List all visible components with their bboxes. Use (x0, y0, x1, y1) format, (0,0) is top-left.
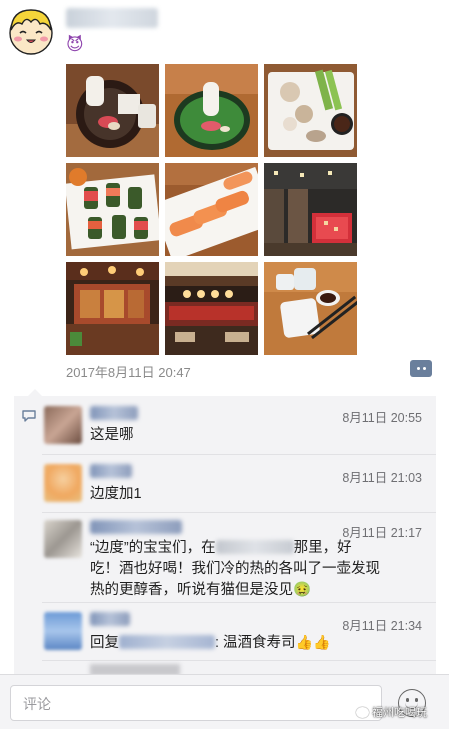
post-timestamp: 2017年8月11日 20:47 (66, 365, 191, 380)
comment-text: “边度”的宝宝们，在 那里，好 吃！酒也好喝！我们冷的热的各叫了一壶发现 热的更醇… (90, 538, 420, 601)
comment-text-part: 热的更醇香，听说有猫但是没见🤢 (90, 582, 312, 598)
comment-text-part: : 温酒食寿司 (215, 635, 296, 651)
photo-restaurant-bar[interactable] (66, 262, 159, 355)
photo-soy-sauce-dish[interactable] (264, 262, 357, 355)
commenter-avatar[interactable] (44, 406, 82, 444)
photo-restaurant-interior[interactable] (264, 163, 357, 256)
author-avatar[interactable] (6, 6, 56, 56)
commenter-name-blurred[interactable] (90, 612, 130, 626)
photo-sake-appetizer[interactable] (66, 64, 159, 157)
commenter-name-blurred[interactable] (90, 406, 138, 420)
comment-text-part: 那里，好 (293, 540, 352, 556)
comment-item[interactable]: 8月11日 21:17 “边度”的宝宝们，在 那里，好 吃！酒也好喝！我们冷的热的… (14, 512, 436, 602)
photo-sashimi-platter[interactable] (264, 64, 357, 157)
commenter-name-blurred[interactable] (90, 464, 132, 478)
place-name-blurred (215, 540, 294, 554)
reply-target-blurred[interactable] (119, 635, 215, 649)
devil-emoji: 😈 (66, 35, 84, 54)
dot-icon (422, 367, 426, 370)
comments-panel: 8月11日 20:55 这是哪 8月11日 21:03 边度加1 8月11日 2… (14, 396, 436, 674)
commenter-avatar[interactable] (44, 612, 82, 650)
comment-input[interactable]: 评论 (10, 685, 382, 721)
watermark-text: 福州吃喝玩 (372, 707, 427, 719)
comment-time: 8月11日 21:03 (342, 471, 422, 485)
comment-divider (42, 660, 436, 661)
comment-time: 8月11日 21:34 (342, 619, 422, 633)
comment-item[interactable]: 8月11日 21:34 回复 : 温酒食寿司👍👍 (14, 602, 436, 662)
photo-grid (66, 64, 358, 356)
watermark: 福州吃喝玩 (356, 704, 427, 720)
thumbs-up-icon: 👍👍 (295, 634, 331, 650)
post-header: 😈 (0, 0, 449, 60)
comment-item[interactable]: 8月11日 20:55 这是哪 (14, 396, 436, 454)
comment-text-part: 吃！酒也好喝！我们冷的热的各叫了一壶发现 (90, 561, 380, 577)
panel-notch (28, 389, 42, 396)
photo-salmon-nigiri[interactable] (165, 163, 258, 256)
wechat-icon (356, 706, 369, 718)
next-comment-peek (90, 664, 180, 674)
commenter-avatar[interactable] (44, 464, 82, 502)
cartoon-avatar-icon (9, 9, 53, 55)
comment-text: 这是哪 (90, 427, 134, 443)
comment-item[interactable]: 8月11日 21:03 边度加1 (14, 454, 436, 512)
commenter-name-blurred[interactable] (90, 520, 182, 534)
photo-restaurant-counter[interactable] (165, 262, 258, 355)
comment-text: 边度加1 (90, 486, 142, 502)
author-name-blurred[interactable] (66, 8, 158, 28)
photo-sushi-rolls[interactable] (66, 163, 159, 256)
comment-text: 回复 : 温酒食寿司👍👍 (90, 632, 330, 654)
more-actions-button[interactable] (410, 360, 432, 377)
photo-sake-bottle-green-plate[interactable] (165, 64, 258, 157)
reply-prefix: 回复 (90, 635, 119, 651)
comment-text-part: “边度”的宝宝们，在 (90, 540, 216, 556)
comment-input-bar: 评论 (0, 674, 449, 729)
commenter-avatar[interactable] (44, 520, 82, 558)
comment-time: 8月11日 20:55 (342, 411, 422, 425)
dot-icon (416, 367, 420, 370)
